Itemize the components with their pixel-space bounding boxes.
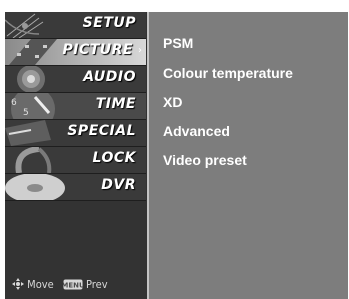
menu-item-setup[interactable]: SETUP — [5, 12, 146, 39]
menu-item-label: SPECIAL — [67, 123, 136, 139]
menu-key-label: MENU — [63, 281, 83, 289]
menu-item-lock[interactable]: LOCK — [5, 147, 146, 174]
submenu-item-video-preset[interactable]: Video preset — [163, 152, 247, 168]
chevron-right-icon: › — [138, 45, 142, 56]
svg-text:5: 5 — [23, 108, 29, 118]
menu-item-audio[interactable]: AUDIO — [5, 66, 146, 93]
submenu-item-xd[interactable]: XD — [163, 94, 182, 110]
menu-item-picture[interactable]: PICTURE › — [5, 39, 146, 66]
svg-text:6: 6 — [11, 98, 17, 108]
menu-item-time[interactable]: 6 5 TIME — [5, 93, 146, 120]
submenu-item-colour-temperature[interactable]: Colour temperature — [163, 65, 293, 81]
help-move-label: Move — [27, 277, 54, 291]
osd-menu: SETUP PICTURE › AUDIO 6 5 TIME SPECIAL L… — [5, 12, 348, 299]
help-bar: Move MENU Prev — [12, 277, 114, 291]
menu-item-label: TIME — [95, 96, 136, 112]
menu-divider — [147, 12, 149, 299]
dpad-icon — [12, 278, 24, 290]
menu-item-label: AUDIO — [83, 69, 136, 85]
menu-item-special[interactable]: SPECIAL — [5, 120, 146, 147]
submenu-item-advanced[interactable]: Advanced — [163, 123, 230, 139]
menu-item-label: DVR — [101, 177, 136, 193]
submenu-panel: PSM Colour temperature XD Advanced Video… — [155, 12, 348, 299]
menu-key-icon: MENU — [63, 279, 83, 289]
submenu-item-psm[interactable]: PSM — [163, 35, 193, 51]
main-menu: SETUP PICTURE › AUDIO 6 5 TIME SPECIAL L… — [5, 12, 147, 299]
menu-item-dvr[interactable]: DVR — [5, 174, 146, 201]
menu-item-label: PICTURE — [62, 42, 133, 58]
help-prev-label: Prev — [86, 277, 108, 291]
menu-item-label: SETUP — [82, 15, 136, 31]
menu-item-label: LOCK — [92, 150, 136, 166]
